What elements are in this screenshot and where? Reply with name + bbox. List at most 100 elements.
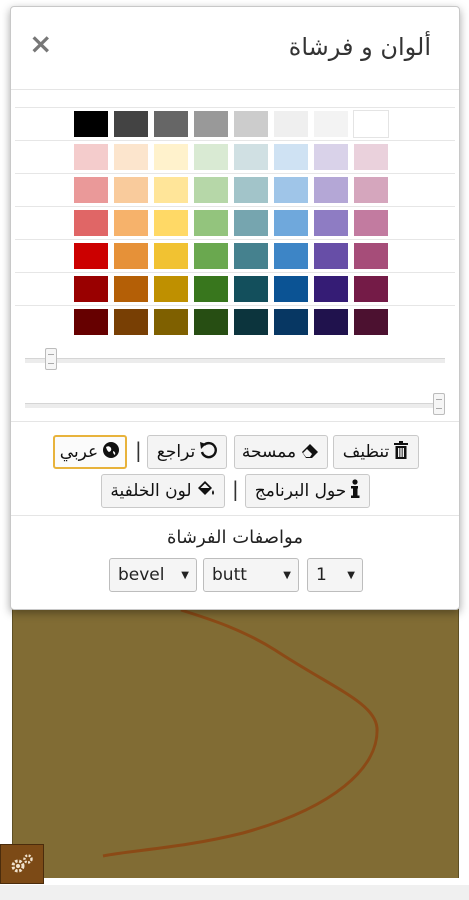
color-swatch[interactable]: [154, 243, 188, 269]
color-swatch[interactable]: [274, 177, 308, 203]
background-color-button-label: لون الخلفية: [110, 481, 192, 501]
color-swatch[interactable]: [74, 243, 108, 269]
drawing-canvas[interactable]: [12, 608, 459, 878]
color-swatch[interactable]: [314, 111, 348, 137]
color-swatch[interactable]: [74, 276, 108, 302]
color-swatch[interactable]: [194, 177, 228, 203]
line-cap-select[interactable]: butt ▼: [203, 558, 299, 592]
brush-width-select[interactable]: 1 ▼: [307, 558, 363, 592]
color-swatch[interactable]: [314, 309, 348, 335]
brush-width-value: 1: [316, 565, 327, 585]
line-cap-value: butt: [212, 565, 247, 585]
close-button[interactable]: ×: [29, 29, 52, 59]
color-swatch[interactable]: [114, 243, 148, 269]
color-swatch[interactable]: [234, 111, 268, 137]
clear-button[interactable]: تنظيف: [333, 435, 419, 469]
color-swatch[interactable]: [74, 309, 108, 335]
color-swatch[interactable]: [314, 210, 348, 236]
color-swatch[interactable]: [194, 243, 228, 269]
brush-size-slider[interactable]: [25, 348, 445, 370]
dialog-title: ألوان و فرشاة: [288, 33, 431, 61]
trash-icon: [393, 441, 409, 463]
color-swatch[interactable]: [194, 111, 228, 137]
color-swatch[interactable]: [74, 177, 108, 203]
color-swatch[interactable]: [194, 144, 228, 170]
about-button[interactable]: حول البرنامج: [245, 474, 370, 508]
color-swatch[interactable]: [314, 243, 348, 269]
color-swatch[interactable]: [314, 276, 348, 302]
undo-icon: [199, 441, 218, 463]
color-swatch[interactable]: [154, 144, 188, 170]
opacity-slider[interactable]: [25, 393, 445, 415]
brush-size-slider-handle[interactable]: [45, 348, 58, 370]
color-swatch[interactable]: [274, 309, 308, 335]
color-swatch[interactable]: [234, 276, 268, 302]
eraser-button-label: ممسحة: [241, 442, 297, 462]
opacity-slider-handle[interactable]: [433, 393, 445, 415]
background-color-button[interactable]: لون الخلفية: [101, 474, 225, 508]
palette-row: [15, 107, 455, 141]
separator: |: [135, 438, 142, 462]
divider: [11, 515, 459, 516]
bottom-bar: [0, 885, 469, 900]
color-swatch[interactable]: [274, 210, 308, 236]
language-button[interactable]: عربي: [53, 435, 127, 469]
info-icon: [350, 479, 360, 503]
about-button-label: حول البرنامج: [254, 481, 347, 501]
color-swatch[interactable]: [194, 276, 228, 302]
settings-button[interactable]: [0, 844, 44, 884]
palette-row: [15, 272, 455, 306]
color-swatch[interactable]: [74, 210, 108, 236]
drawn-stroke: [102, 608, 379, 858]
color-swatch[interactable]: [314, 144, 348, 170]
chevron-down-icon: ▼: [181, 569, 189, 581]
dialog-header: ألوان و فرشاة ×: [11, 7, 459, 90]
color-swatch[interactable]: [194, 309, 228, 335]
color-swatch[interactable]: [114, 144, 148, 170]
color-swatch[interactable]: [354, 243, 388, 269]
color-swatch[interactable]: [234, 243, 268, 269]
color-swatch[interactable]: [114, 309, 148, 335]
globe-icon: [102, 441, 120, 463]
color-swatch[interactable]: [274, 243, 308, 269]
color-swatch[interactable]: [354, 309, 388, 335]
color-swatch[interactable]: [154, 177, 188, 203]
color-swatch[interactable]: [354, 177, 388, 203]
color-swatch[interactable]: [354, 210, 388, 236]
eraser-button[interactable]: ممسحة: [234, 435, 328, 469]
paint-bucket-icon: [196, 480, 216, 502]
color-swatch[interactable]: [353, 110, 389, 138]
eraser-icon: [300, 442, 320, 462]
color-swatch[interactable]: [114, 111, 148, 137]
color-palette: [15, 107, 455, 338]
color-swatch[interactable]: [114, 276, 148, 302]
undo-button[interactable]: تراجع: [147, 435, 227, 469]
palette-row: [15, 173, 455, 207]
line-join-select[interactable]: bevel ▼: [109, 558, 197, 592]
color-swatch[interactable]: [274, 276, 308, 302]
colors-brush-dialog: ألوان و فرشاة × تنظيف ممسحة تراجع | عربي: [10, 6, 460, 610]
color-swatch[interactable]: [234, 210, 268, 236]
color-swatch[interactable]: [154, 111, 188, 137]
color-swatch[interactable]: [274, 144, 308, 170]
color-swatch[interactable]: [274, 111, 308, 137]
color-swatch[interactable]: [194, 210, 228, 236]
color-swatch[interactable]: [154, 309, 188, 335]
color-swatch[interactable]: [114, 177, 148, 203]
palette-row: [15, 206, 455, 240]
color-swatch[interactable]: [314, 177, 348, 203]
color-swatch[interactable]: [354, 276, 388, 302]
color-swatch[interactable]: [74, 144, 108, 170]
color-swatch[interactable]: [74, 111, 108, 137]
palette-row: [15, 239, 455, 273]
color-swatch[interactable]: [234, 144, 268, 170]
chevron-down-icon: ▼: [283, 569, 291, 581]
gears-icon: [11, 854, 33, 873]
color-swatch[interactable]: [234, 177, 268, 203]
color-swatch[interactable]: [154, 276, 188, 302]
brush-settings-heading: مواصفات الفرشاة: [166, 527, 303, 548]
color-swatch[interactable]: [154, 210, 188, 236]
color-swatch[interactable]: [354, 144, 388, 170]
color-swatch[interactable]: [114, 210, 148, 236]
color-swatch[interactable]: [234, 309, 268, 335]
